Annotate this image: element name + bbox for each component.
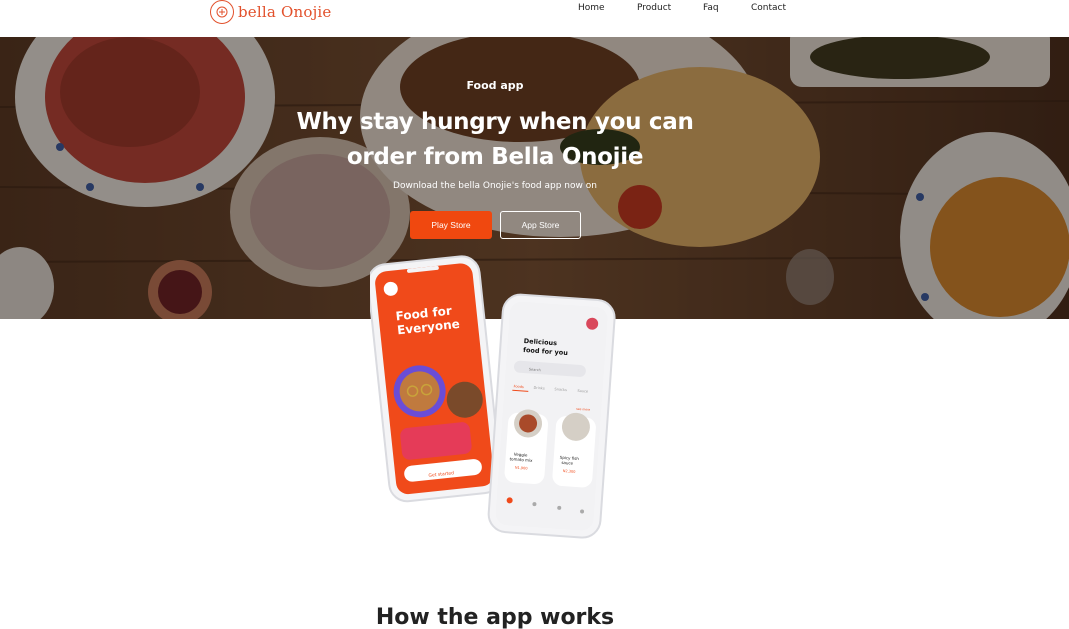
site-header: bella Onojie Home Product Faq Contact [0,0,1069,37]
brand-logo[interactable]: bella Onojie [210,0,332,24]
brand-name: bella Onojie [238,3,332,21]
app-store-button[interactable]: App Store [500,211,581,239]
phone-right [487,293,616,539]
nav-faq[interactable]: Faq [703,3,719,13]
nav-contact[interactable]: Contact [751,3,786,13]
how-it-works-title: How the app works [375,605,615,629]
phone-right-tab-foods: Foods [513,384,524,389]
app-phones-mockup: Food for Everyone Get started Delicious … [367,255,630,545]
phones-illustration: Food for Everyone Get started Delicious … [367,255,616,539]
hero-eyebrow: Food app [466,79,524,92]
hero-subline: Download the bella Onojie's food app now… [393,181,597,191]
nav-product[interactable]: Product [637,3,671,13]
hero-headline: Why stay hungry when you can order from … [0,105,990,175]
phone-right-card2-name2: sauce [561,460,574,466]
phone-left [367,255,502,503]
nav-home[interactable]: Home [578,3,605,13]
brand-emblem-icon [210,0,234,24]
hero-headline-text: Why stay hungry when you can order from … [296,109,694,170]
phone-right-search: Search [529,367,541,372]
phone-right-tab-drinks: Drinks [533,386,545,391]
play-store-button[interactable]: Play Store [410,211,492,239]
phone-right-tab-sauce: Sauce [577,389,588,394]
